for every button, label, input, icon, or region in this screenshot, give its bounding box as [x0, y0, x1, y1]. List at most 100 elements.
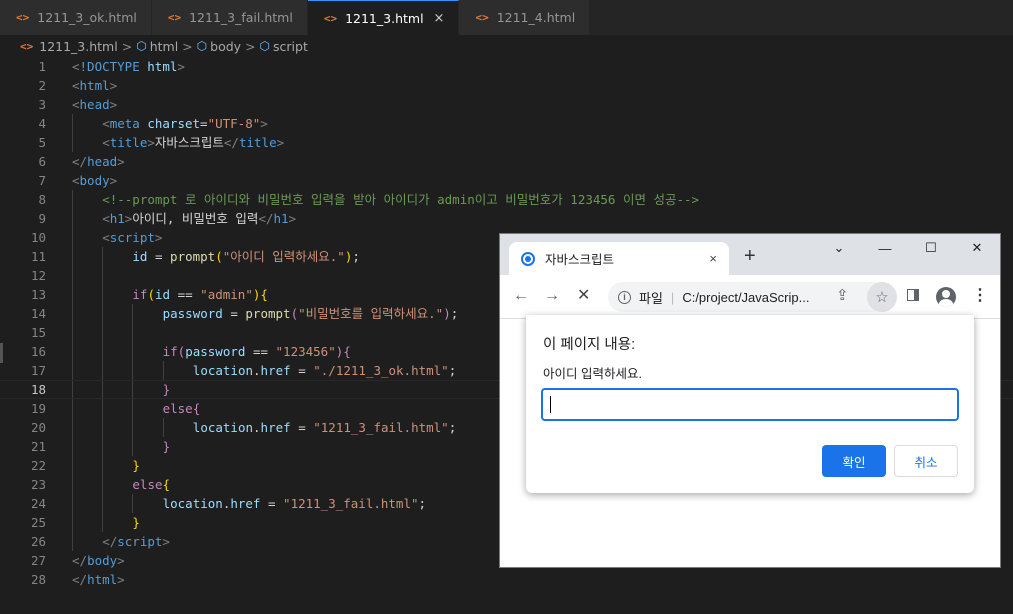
indent-guide: [72, 190, 73, 209]
indent-guide: [72, 209, 73, 228]
code-text: <h1>아이디, 비밀번호 입력</h1>: [102, 211, 297, 226]
line-number: 4: [38, 116, 46, 131]
indent-guide: [72, 399, 73, 418]
code-line[interactable]: 4 <meta charset="UTF-8">: [0, 114, 1013, 133]
maximize-button[interactable]: ☐: [908, 234, 954, 262]
ok-button[interactable]: 확인: [822, 445, 886, 477]
code-line[interactable]: 28 </html>: [0, 570, 1013, 589]
code-line[interactable]: 9 <h1>아이디, 비밀번호 입력</h1>: [0, 209, 1013, 228]
address-bar[interactable]: i 파일 | C:/project/JavaScrip... ⇪ ☆: [608, 282, 897, 312]
code-text: location.href = "./1211_3_ok.html";: [192, 363, 457, 378]
tab-close-icon[interactable]: ×: [709, 251, 717, 266]
share-icon[interactable]: ⇪: [836, 287, 849, 305]
minimize-button[interactable]: —: [862, 234, 908, 262]
line-number: 2: [38, 78, 46, 93]
code-line[interactable]: 2 <html>: [0, 76, 1013, 95]
indent-guide: [72, 247, 73, 266]
indent-guide: [72, 304, 73, 323]
text-caret: [550, 396, 551, 413]
prompt-input[interactable]: [541, 388, 959, 421]
indent-guide: [132, 323, 134, 342]
indent-guide: [102, 418, 104, 437]
indent-guide: [72, 361, 73, 380]
code-text: if(password == "123456"){: [162, 344, 351, 359]
side-panel-icon[interactable]: [907, 289, 919, 301]
browser-tab-title: 자바스크립트: [545, 253, 615, 267]
editor-tab-1211-4-html[interactable]: <> 1211_4.html: [459, 0, 591, 35]
indent-guide: [162, 418, 164, 437]
line-number: 28: [30, 572, 46, 587]
site-info-icon[interactable]: i: [618, 290, 631, 304]
code-line[interactable]: 8 <!--prompt 로 아이디와 비밀번호 입력을 받아 아이디가 admi…: [0, 190, 1013, 209]
editor-tab-1211-3-fail-html[interactable]: <> 1211_3_fail.html: [151, 0, 308, 35]
breadcrumb-separator: >: [182, 38, 193, 54]
bookmark-star-icon[interactable]: ☆: [867, 282, 897, 312]
indent-guide: [72, 114, 73, 133]
indent-guide: [72, 323, 73, 342]
line-number: 14: [30, 306, 46, 321]
line-number: 20: [30, 420, 46, 435]
stop-loading-icon[interactable]: ✕: [577, 287, 590, 305]
symbol-element-icon: ⬡: [136, 39, 147, 53]
line-number: 26: [30, 534, 46, 549]
line-number: 18: [30, 382, 46, 397]
line-number: 15: [30, 325, 46, 340]
code-text: <head>: [72, 97, 118, 112]
browser-toolbar: ← → ✕ i 파일 | C:/project/JavaScrip... ⇪ ☆…: [500, 275, 1000, 319]
indent-guide: [132, 399, 134, 418]
indent-guide: [72, 513, 73, 532]
profile-avatar-icon[interactable]: [936, 287, 956, 307]
tab-close-icon[interactable]: ×: [434, 11, 445, 26]
cancel-button[interactable]: 취소: [894, 445, 958, 477]
line-number: 12: [30, 268, 46, 283]
code-text: if(id == "admin"){: [132, 287, 268, 302]
code-text: }: [162, 439, 171, 454]
breadcrumb-file[interactable]: 1211_3.html: [39, 39, 117, 54]
code-text: <html>: [72, 78, 118, 93]
indent-guide: [72, 494, 73, 513]
prompt-dialog: 이 페이지 내용: 아이디 입력하세요. 확인 취소: [526, 315, 974, 493]
line-number: 8: [38, 192, 46, 207]
breadcrumb-separator: >: [121, 38, 133, 54]
code-text: }: [162, 382, 171, 397]
indent-guide: [102, 361, 104, 380]
code-text: </body>: [72, 553, 125, 568]
code-line[interactable]: 1 <!DOCTYPE html>: [0, 57, 1013, 76]
code-line[interactable]: 6 </head>: [0, 152, 1013, 171]
breadcrumb-item-script[interactable]: script: [273, 39, 308, 54]
indent-guide: [132, 304, 134, 323]
forward-icon[interactable]: →: [544, 287, 560, 305]
code-line[interactable]: 3 <head>: [0, 95, 1013, 114]
code-text: }: [132, 515, 140, 530]
html-file-icon: <>: [20, 39, 34, 53]
code-text: location.href = "1211_3_fail.html";: [162, 496, 427, 511]
back-icon[interactable]: ←: [513, 287, 529, 305]
indent-guide: [102, 247, 104, 266]
close-window-button[interactable]: ✕: [954, 234, 1000, 262]
code-text: </html>: [72, 572, 125, 587]
menu-kebab-icon[interactable]: ⋮: [972, 287, 988, 305]
code-text: <!DOCTYPE html>: [72, 59, 185, 74]
code-text: else{: [132, 477, 171, 492]
line-number: 22: [30, 458, 46, 473]
breadcrumb-item-html[interactable]: html: [150, 39, 178, 54]
breadcrumb-item-body[interactable]: body: [210, 39, 241, 54]
indent-guide: [132, 361, 134, 380]
indent-guide: [132, 494, 134, 513]
editor-tab-1211-3-ok-html[interactable]: <> 1211_3_ok.html: [0, 0, 152, 35]
code-line[interactable]: 7 <body>: [0, 171, 1013, 190]
tab-search-button[interactable]: ⌄: [816, 234, 862, 262]
line-number: 6: [38, 154, 46, 169]
symbol-element-icon: ⬡: [259, 39, 271, 53]
editor-tab-1211-3-html[interactable]: <> 1211_3.html ×: [307, 0, 460, 35]
breadcrumb-separator: >: [245, 38, 256, 54]
indent-guide: [102, 304, 104, 323]
code-text: <!--prompt 로 아이디와 비밀번호 입력을 받아 아이디가 admin…: [102, 192, 700, 207]
line-number: 10: [30, 230, 46, 245]
code-line[interactable]: 5 <title>자바스크립트</title>: [0, 133, 1013, 152]
new-tab-button[interactable]: +: [744, 246, 756, 266]
tab-label: 1211_4.html: [496, 10, 576, 25]
indent-guide: [72, 342, 73, 361]
browser-tab[interactable]: 자바스크립트 ×: [509, 242, 729, 275]
indent-guide: [72, 285, 73, 304]
